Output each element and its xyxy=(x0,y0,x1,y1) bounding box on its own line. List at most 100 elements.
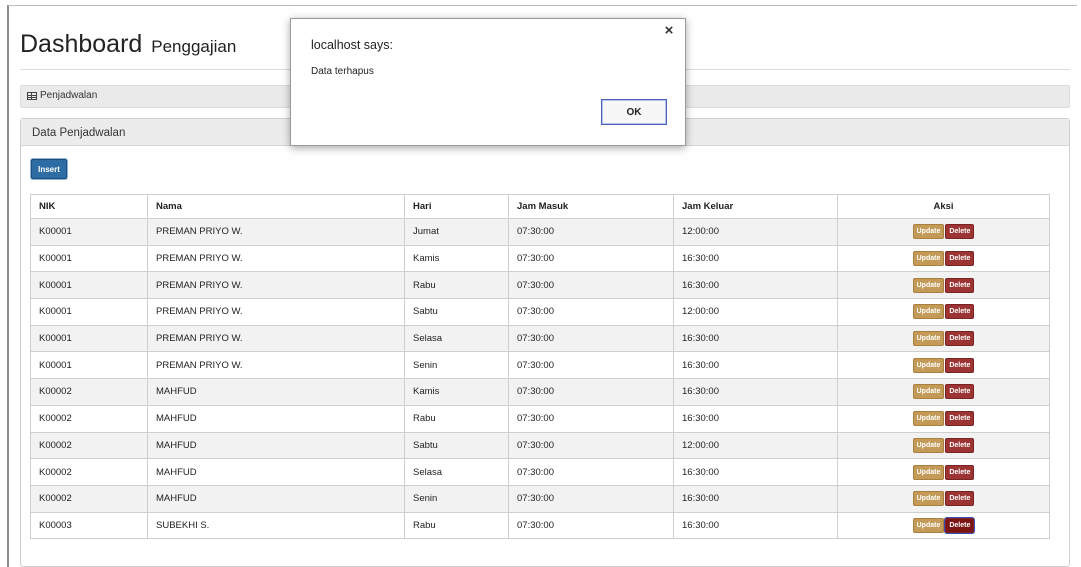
data-panel: Data Penjadwalan Insert NIK Nama Hari Ja… xyxy=(20,118,1070,567)
update-button[interactable]: Update xyxy=(912,491,945,507)
cell-jam-masuk: 07:30:00 xyxy=(508,378,674,406)
cell-nik: K00001 xyxy=(30,324,148,353)
cell-aksi: Update Delete xyxy=(837,351,1050,380)
delete-button[interactable]: Delete xyxy=(945,331,975,347)
update-button[interactable]: Update xyxy=(912,411,945,427)
cell-aksi: Update Delete xyxy=(837,378,1050,406)
cell-jam-masuk: 07:30:00 xyxy=(508,484,674,513)
ok-button[interactable]: OK xyxy=(601,99,667,125)
cell-jam-masuk: 07:30:00 xyxy=(508,298,674,326)
cell-jam-keluar: 12:00:00 xyxy=(673,218,838,246)
cell-hari: Kamis xyxy=(404,378,509,406)
header-hari: Hari xyxy=(404,194,509,219)
cell-jam-keluar: 12:00:00 xyxy=(673,298,838,326)
table-row: K00002 MAHFUD Selasa 07:30:00 16:30:00 Update… xyxy=(30,458,1050,486)
update-button[interactable]: Update xyxy=(912,437,945,453)
cell-nama: SUBEKHI S. xyxy=(147,511,405,540)
update-button[interactable]: Update xyxy=(912,517,945,533)
cell-nik: K00001 xyxy=(30,351,148,380)
cell-nama: PREMAN PRIYO W. xyxy=(147,324,405,353)
breadcrumb-item-penjadwalan[interactable]: Penjadwalan xyxy=(27,90,97,101)
delete-button[interactable]: Delete xyxy=(945,251,975,267)
cell-jam-masuk: 07:30:00 xyxy=(508,324,674,353)
cell-jam-keluar: 16:30:00 xyxy=(673,484,838,513)
alert-dialog: localhost says: × Data terhapus OK xyxy=(290,18,686,146)
cell-jam-masuk: 07:30:00 xyxy=(508,404,674,433)
delete-button[interactable]: Delete xyxy=(945,384,975,400)
table-row: K00002 MAHFUD Kamis 07:30:00 16:30:00 Update D… xyxy=(30,378,1050,406)
update-button[interactable]: Update xyxy=(912,304,945,320)
update-button[interactable]: Update xyxy=(912,384,945,400)
cell-jam-masuk: 07:30:00 xyxy=(508,244,674,273)
table-row: K00002 MAHFUD Rabu 07:30:00 16:30:00 Update De… xyxy=(30,404,1050,433)
cell-nama: PREMAN PRIYO W. xyxy=(147,271,405,300)
close-icon[interactable]: × xyxy=(662,23,676,39)
schedule-table: NIK Nama Hari Jam Masuk Jam Keluar Aksi … xyxy=(30,194,1050,540)
cell-hari: Senin xyxy=(404,351,509,380)
delete-button[interactable]: Delete xyxy=(945,357,975,373)
delete-button[interactable]: Delete xyxy=(945,464,975,480)
cell-aksi: Update Delete xyxy=(837,324,1050,353)
table-row: K00001 PREMAN PRIYO W. Senin 07:30:00 16:30:… xyxy=(30,351,1050,380)
header-jam-keluar: Jam Keluar xyxy=(673,194,838,219)
cell-nik: K00003 xyxy=(30,511,148,540)
cell-jam-keluar: 16:30:00 xyxy=(673,324,838,353)
cell-nik: K00002 xyxy=(30,431,148,460)
cell-nik: K00001 xyxy=(30,271,148,300)
table-row: K00001 PREMAN PRIYO W. Sabtu 07:30:00 12:00:… xyxy=(30,298,1050,326)
update-button[interactable]: Update xyxy=(912,357,945,373)
cell-jam-masuk: 07:30:00 xyxy=(508,351,674,380)
table-row: K00003 SUBEKHI S. Rabu 07:30:00 16:30:00 Upda… xyxy=(30,511,1050,540)
delete-button[interactable]: Delete xyxy=(945,277,975,293)
cell-nama: MAHFUD xyxy=(147,458,405,486)
cell-nik: K00002 xyxy=(30,404,148,433)
update-button[interactable]: Update xyxy=(912,331,945,347)
cell-jam-keluar: 16:30:00 xyxy=(673,404,838,433)
cell-aksi: Update Delete xyxy=(837,244,1050,273)
delete-button[interactable]: Delete xyxy=(945,224,975,240)
table-header-row: NIK Nama Hari Jam Masuk Jam Keluar Aksi xyxy=(30,194,1050,219)
table-row: K00001 PREMAN PRIYO W. Kamis 07:30:00 16:30:… xyxy=(30,244,1050,273)
cell-nama: PREMAN PRIYO W. xyxy=(147,218,405,246)
breadcrumb-label: Penjadwalan xyxy=(40,90,98,101)
cell-aksi: Update Delete xyxy=(837,511,1050,540)
cell-jam-keluar: 16:30:00 xyxy=(673,244,838,273)
update-button[interactable]: Update xyxy=(912,277,945,293)
cell-nik: K00001 xyxy=(30,218,148,246)
delete-button[interactable]: Delete xyxy=(945,411,975,427)
cell-aksi: Update Delete xyxy=(837,484,1050,513)
cell-nik: K00001 xyxy=(30,244,148,273)
cell-jam-keluar: 16:30:00 xyxy=(673,271,838,300)
page-title-sub: Penggajian xyxy=(151,37,237,56)
delete-button[interactable]: Delete xyxy=(945,304,975,320)
cell-nik: K00001 xyxy=(30,298,148,326)
delete-button[interactable]: Delete xyxy=(945,517,975,533)
table-row: K00001 PREMAN PRIYO W. Selasa 07:30:00 16:30… xyxy=(30,324,1050,353)
cell-hari: Senin xyxy=(404,484,509,513)
cell-jam-masuk: 07:30:00 xyxy=(508,511,674,540)
cell-hari: Sabtu xyxy=(404,298,509,326)
update-button[interactable]: Update xyxy=(912,224,945,240)
cell-hari: Selasa xyxy=(404,324,509,353)
header-jam-masuk: Jam Masuk xyxy=(508,194,674,219)
table-row: K00001 PREMAN PRIYO W. Rabu 07:30:00 16:30:0… xyxy=(30,271,1050,300)
table-row: K00001 PREMAN PRIYO W. Jumat 07:30:00 12:00:… xyxy=(30,218,1050,246)
cell-jam-keluar: 12:00:00 xyxy=(673,431,838,460)
cell-jam-keluar: 16:30:00 xyxy=(673,458,838,486)
header-nama: Nama xyxy=(147,194,405,219)
delete-button[interactable]: Delete xyxy=(945,491,975,507)
header-nik: NIK xyxy=(30,194,148,219)
cell-nik: K00002 xyxy=(30,458,148,486)
table-icon xyxy=(27,91,37,100)
cell-hari: Rabu xyxy=(404,271,509,300)
update-button[interactable]: Update xyxy=(912,464,945,480)
cell-nama: MAHFUD xyxy=(147,431,405,460)
insert-button[interactable]: Insert xyxy=(31,159,67,179)
cell-jam-masuk: 07:30:00 xyxy=(508,431,674,460)
cell-aksi: Update Delete xyxy=(837,404,1050,433)
delete-button[interactable]: Delete xyxy=(945,437,975,453)
cell-jam-keluar: 16:30:00 xyxy=(673,378,838,406)
update-button[interactable]: Update xyxy=(912,251,945,267)
cell-hari: Selasa xyxy=(404,458,509,486)
cell-hari: Rabu xyxy=(404,511,509,540)
